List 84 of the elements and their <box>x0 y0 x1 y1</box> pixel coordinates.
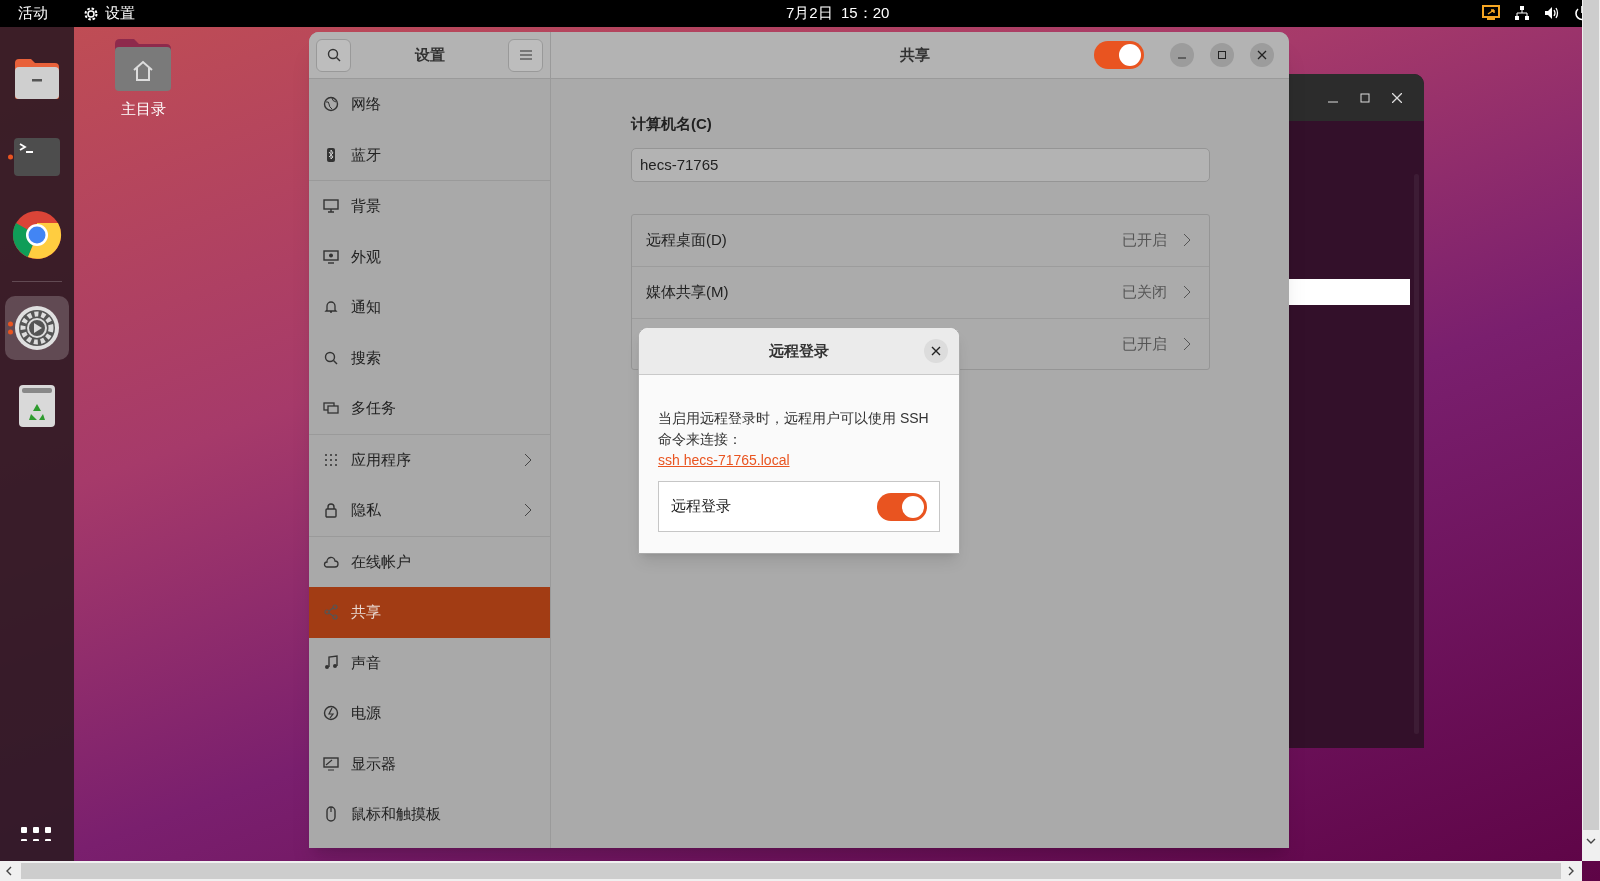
search-icon <box>326 48 341 62</box>
running-indicator <box>8 321 13 335</box>
ssh-link[interactable]: ssh hecs-71765.local <box>658 450 790 470</box>
sidebar-item[interactable]: 通知 <box>309 282 550 333</box>
close-icon <box>1257 50 1267 60</box>
share-icon <box>323 604 339 621</box>
sidebar-item[interactable]: 隐私 <box>309 485 550 536</box>
mouse-icon <box>323 806 339 823</box>
chevron-icon <box>1183 336 1191 351</box>
maximize-button[interactable] <box>1210 43 1234 67</box>
sidebar-item[interactable]: 多任务 <box>309 383 550 434</box>
trash-icon[interactable] <box>18 384 56 428</box>
windows-icon <box>323 400 339 417</box>
close-icon <box>931 346 941 356</box>
service-status: 已关闭 <box>1122 282 1167 302</box>
app-menu[interactable]: 设置 <box>105 2 135 25</box>
close-button[interactable] <box>924 339 948 363</box>
minimize-icon <box>1177 57 1187 59</box>
page-title: 共享 <box>900 44 930 65</box>
activities-button[interactable]: 活动 <box>18 2 48 25</box>
home-folder-icon[interactable] <box>114 38 172 92</box>
chevron-icon <box>1183 233 1191 248</box>
sharing-switch[interactable] <box>1094 41 1144 69</box>
sidebar-item[interactable]: 网络 <box>309 79 550 130</box>
gear-icon <box>83 5 99 22</box>
vertical-scrollbar[interactable] <box>1582 0 1600 861</box>
browser-icon[interactable] <box>12 210 62 260</box>
grid-icon <box>323 451 339 468</box>
service-status: 已开启 <box>1122 333 1167 354</box>
service-name: 远程桌面(D) <box>646 230 728 250</box>
close-button[interactable] <box>1250 43 1274 67</box>
dialog-title: 远程登录 <box>769 340 829 361</box>
chevron-icon <box>1183 285 1191 300</box>
sidebar-item[interactable]: 电源 <box>309 688 550 739</box>
sidebar-item[interactable]: 共享 <box>309 587 550 638</box>
app-grid-icon[interactable] <box>21 827 51 841</box>
menu-icon <box>519 50 532 60</box>
switch-label: 远程登录 <box>671 496 731 517</box>
chevron-left-icon[interactable] <box>6 866 12 876</box>
service-row[interactable]: 远程桌面(D) 已开启 <box>632 214 1209 266</box>
service-row[interactable]: 媒体共享(M) 已关闭 <box>632 266 1209 318</box>
service-name: 媒体共享(M) <box>646 282 730 302</box>
horizontal-scrollbar[interactable] <box>0 861 1582 881</box>
clock[interactable]: 7月2日 15：20 <box>786 2 890 25</box>
lock-icon <box>323 502 339 519</box>
search-icon <box>323 349 339 366</box>
sidebar-item[interactable]: 背景 <box>309 181 550 232</box>
sidebar-item[interactable]: 在线帐户 <box>309 536 550 587</box>
music-note-icon <box>323 654 339 671</box>
sidebar-item[interactable]: 外观 <box>309 231 550 282</box>
sidebar-title: 设置 <box>414 44 445 65</box>
screen-share-icon[interactable] <box>1482 5 1500 21</box>
chevron-down-icon[interactable] <box>1586 838 1596 844</box>
sidebar-item[interactable]: 鼠标和触摸板 <box>309 789 550 840</box>
network-icon[interactable] <box>1514 5 1530 21</box>
sidebar-item[interactable]: 蓝牙 <box>309 129 550 180</box>
hostname-field[interactable]: hecs-71765 <box>631 147 1210 182</box>
bell-icon <box>323 299 339 316</box>
dock-item[interactable] <box>5 296 69 360</box>
maximize-icon <box>1217 50 1227 60</box>
close-icon[interactable] <box>1392 92 1402 103</box>
volume-icon[interactable] <box>1544 5 1560 21</box>
monitor-icon <box>323 198 339 215</box>
maximize-icon[interactable] <box>1360 92 1370 103</box>
globe-icon <box>323 96 339 113</box>
sidebar-item[interactable]: 声音 <box>309 637 550 688</box>
minimize-button[interactable] <box>1170 43 1194 67</box>
terminal-icon[interactable] <box>14 138 60 176</box>
dialog-description: 当启用远程登录时，远程用户可以使用 SSH 命令来连接： <box>658 409 930 449</box>
sidebar-item[interactable]: 应用程序 <box>309 434 550 485</box>
monitor-icon <box>323 755 339 772</box>
chevron-right-icon[interactable] <box>1568 866 1574 876</box>
search-button[interactable] <box>316 38 351 72</box>
files-icon[interactable] <box>13 57 61 101</box>
service-status: 已开启 <box>1122 230 1167 250</box>
running-indicator <box>8 154 13 160</box>
power-icon <box>323 705 339 722</box>
desktop-icon-label[interactable]: 主目录 <box>120 98 166 121</box>
remote-login-switch[interactable] <box>877 492 927 521</box>
hostname-label: 计算机名(C) <box>631 114 713 134</box>
monitor-icon <box>323 248 339 265</box>
sidebar-item[interactable]: 搜索 <box>309 332 550 383</box>
sidebar-item[interactable]: 显示器 <box>309 738 550 789</box>
settings-icon[interactable] <box>14 305 60 351</box>
